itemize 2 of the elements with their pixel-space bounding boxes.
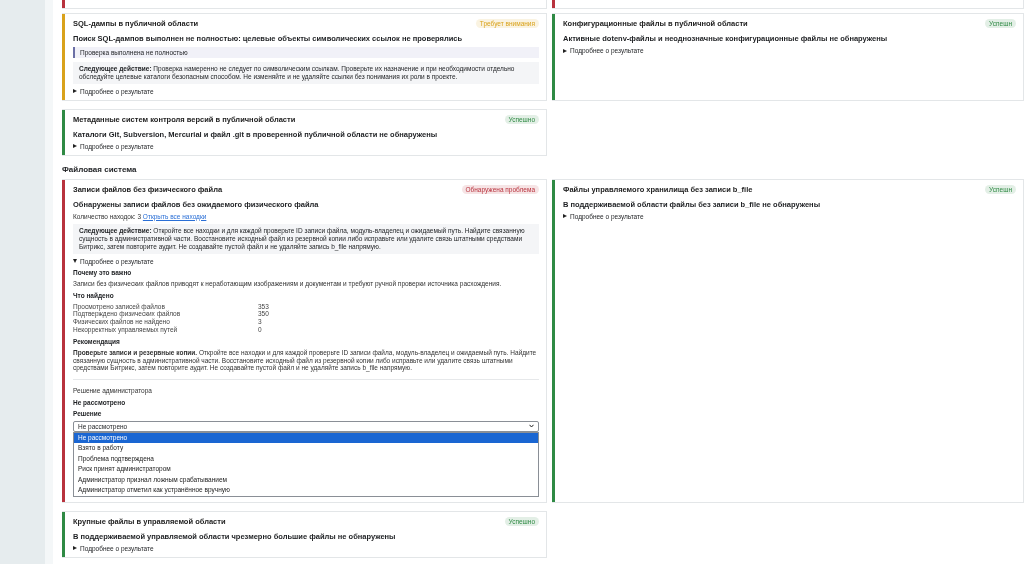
section-heading: Файловая система — [62, 164, 138, 174]
chevron-icon — [529, 424, 534, 429]
